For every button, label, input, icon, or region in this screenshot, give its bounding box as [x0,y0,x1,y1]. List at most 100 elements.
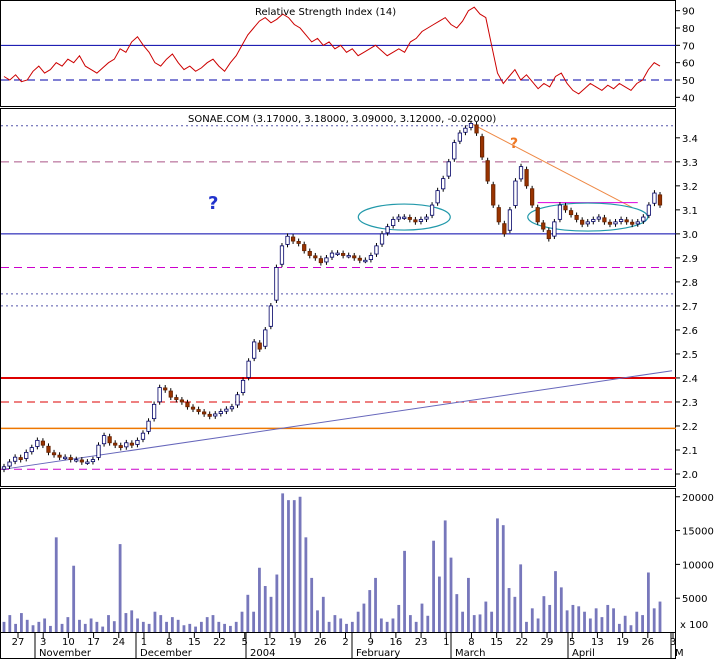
volume-bar [583,611,586,632]
candle [568,210,574,216]
volume-bar [652,608,656,632]
volume-bar [54,537,58,632]
volume-bar [287,500,290,632]
candle [29,447,34,453]
price-y-tick-label: 2.5 [682,350,698,361]
volume-bar [559,587,563,632]
volume-bar [153,611,157,632]
x-day-tick-label: 17 [87,637,100,648]
candle [90,459,96,463]
volume-bar [95,621,99,632]
x-day-tick-label: 1 [141,637,147,648]
candle [179,399,185,403]
volume-bar [240,611,244,632]
volume-bar [8,615,12,632]
volume-bar [275,574,279,632]
volume-y-tick-label: 5000 [682,594,707,605]
candle [135,439,140,445]
candle [168,390,173,398]
candle [368,255,374,260]
candle [174,397,179,400]
candle [574,214,579,220]
x-day-tick-label: 23 [415,637,428,648]
price-y-tick-label: 3.3 [682,158,698,169]
volume-bar [205,617,209,632]
candle [335,252,340,255]
candle [240,379,246,393]
candle [252,341,257,359]
price-panel [0,108,676,487]
volume-bar [339,618,343,632]
volume-y-tick-label: 20000 [682,493,714,504]
candle [474,124,479,134]
x-day-tick-label: 9 [368,637,374,648]
x-month-label: February [356,648,400,659]
candle [385,226,390,234]
volume-bar [211,615,215,632]
candle [163,387,168,391]
volume-bar [484,601,488,632]
candle [7,461,12,467]
price-y-tick-label: 3.2 [682,182,698,193]
volume-bar [565,610,569,632]
candle [418,219,424,222]
volume-bar [234,621,238,632]
volume-bar [577,606,581,632]
volume-bar [165,621,168,632]
candle [51,452,57,456]
volume-bar [472,615,476,632]
candle [68,457,73,460]
volume-bar [89,618,93,632]
x-month-label: March [455,648,485,659]
volume-bar [327,621,331,632]
volume-bar [629,625,633,632]
volume-bar [501,525,505,632]
volume-bar [496,518,499,632]
candle [413,219,418,223]
candle [407,217,412,220]
volume-bar [571,604,575,632]
volume-bar [130,610,134,632]
x-month-label: December [140,648,193,659]
volume-bar [246,594,250,632]
volume-bar [37,621,41,632]
x-day-tick-label: 8 [468,637,474,648]
candle [524,169,529,187]
candle [646,204,651,216]
volume-bar [379,618,383,632]
candle [607,221,613,225]
candle [546,230,551,240]
candle [479,136,485,158]
volume-bar [78,619,81,632]
volume-y-tick-label: 15000 [682,527,714,538]
candle [190,406,196,410]
candle [235,394,240,406]
volume-bar [362,603,366,632]
price-y-tick-label: 2.8 [682,278,698,289]
volume-bar [101,626,105,632]
x-day-tick-label: 8 [166,637,172,648]
candle [213,413,218,417]
volume-bar [188,623,192,632]
x-day-tick-label: 29 [541,637,554,648]
candle [641,216,646,222]
candle [79,459,84,463]
volume-bar [310,577,314,632]
candle [513,180,518,206]
volume-bar [43,618,47,632]
candle [1,466,7,470]
candle [302,244,307,252]
candle [630,221,635,225]
volume-bar [368,590,372,632]
candle [324,257,329,263]
rsi-y-tick-label: 80 [682,24,695,35]
volume-bar [519,564,523,632]
candle [552,221,557,237]
price-y-tick-label: 2.2 [682,422,698,433]
volume-bar [229,625,232,632]
volume-bar [269,596,273,632]
candle [352,255,357,259]
candle [435,190,440,204]
volume-bar [281,493,285,632]
x-day-tick-label: 3 [40,637,46,648]
